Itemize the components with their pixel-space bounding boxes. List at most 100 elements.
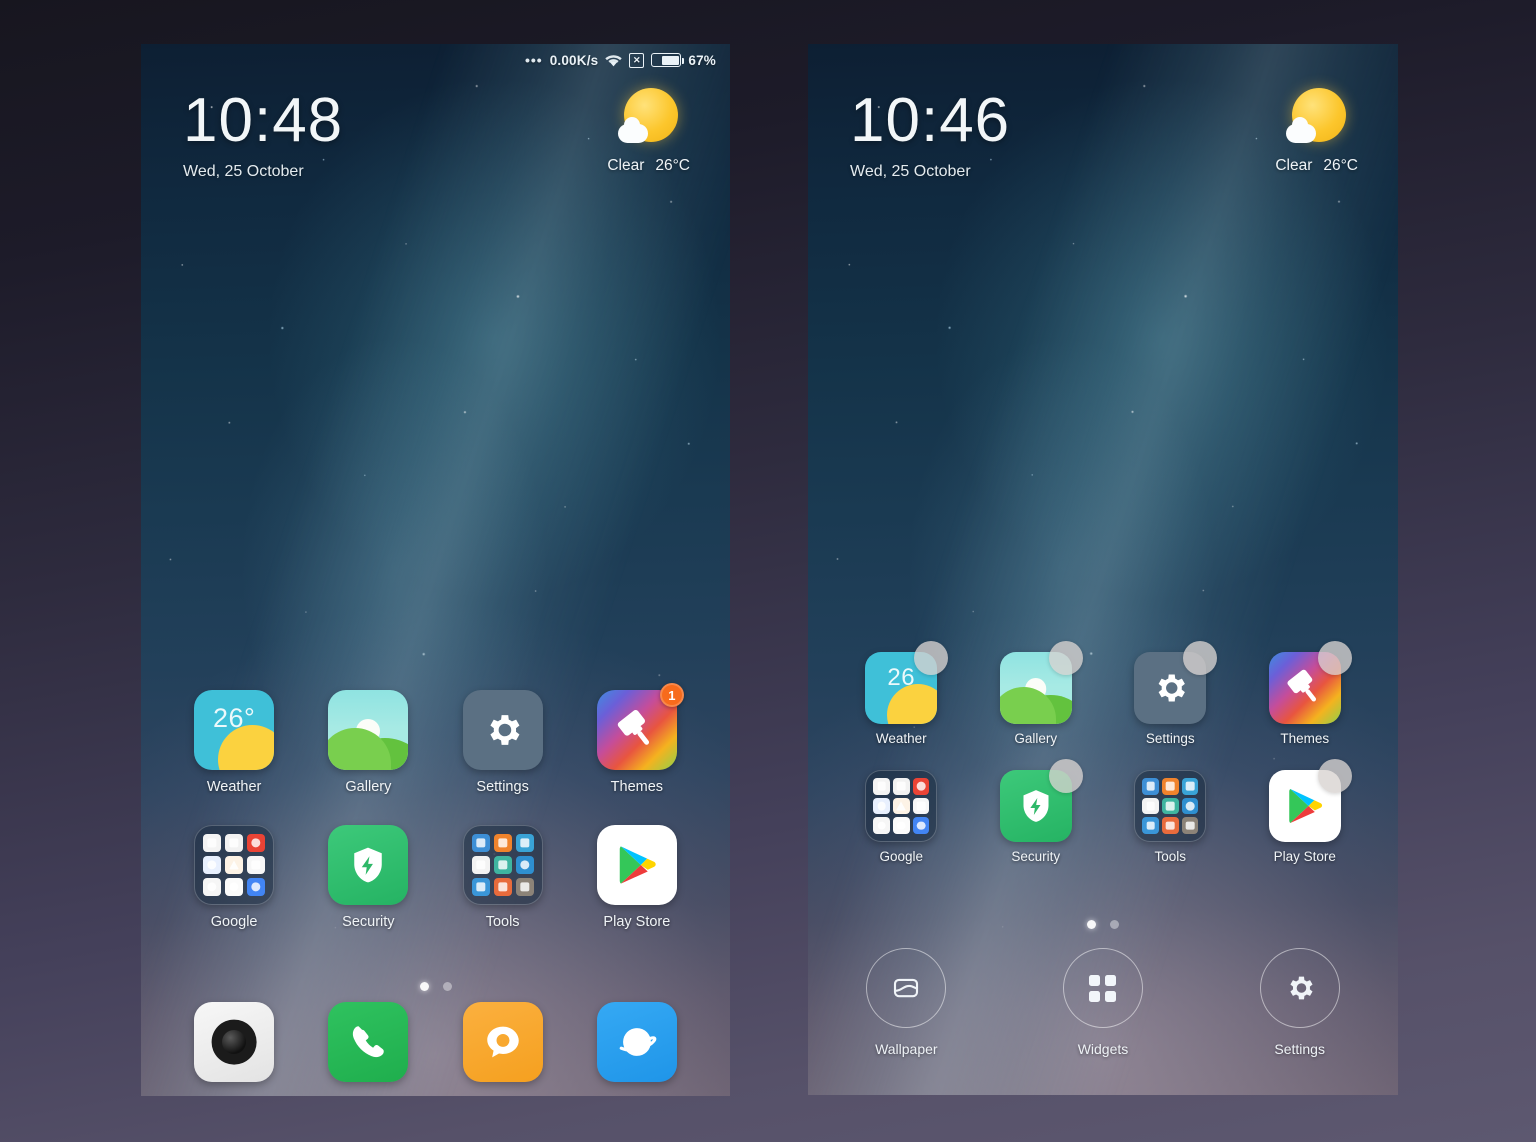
clock-date: Wed, 25 October [183,163,304,180]
page-dot[interactable] [1110,920,1119,929]
app-gallery[interactable]: Gallery [301,690,435,795]
folder-mini-icon [203,878,222,896]
cloud-shape [1285,117,1316,143]
phone-edit-mode-screen: 10:46 Wed, 25 October Clear 26°C 26 Weat… [808,44,1398,1095]
battery-fill [662,55,679,65]
folder-mini-icon [873,778,890,795]
toolbar-item-settings[interactable]: Settings [1259,948,1340,1057]
security-shield-icon [328,825,409,905]
screenshot-canvas: ••• 0.00K/s ✕ 67% 10:48 Wed, 25 October … [0,0,1536,1142]
select-checkbox-badge[interactable] [914,641,949,675]
phone-handset-icon[interactable] [328,1002,409,1082]
app-weather[interactable]: 26 Weather [834,641,969,746]
weather-icon: 26° [194,690,275,770]
app-label: Google [210,914,258,930]
folder-mini-icon [912,797,930,815]
app-gallery[interactable]: Gallery [969,641,1104,746]
select-checkbox-badge[interactable] [1317,759,1352,793]
wallpaper-stars [141,44,730,1096]
app-themes[interactable]: 1 Themes [570,683,704,795]
folder-mini-icon [247,834,266,852]
weather-widget[interactable]: Clear 26°C [607,88,690,175]
camera-icon[interactable] [194,1002,275,1082]
folder-mini-icon [515,856,534,874]
app-label: Weather [875,731,927,746]
page-dot-active[interactable] [419,982,429,991]
app-themes[interactable]: Themes [1238,641,1373,746]
app-google-folder[interactable]: Google [834,770,969,864]
battery-icon [651,53,685,67]
clock-widget[interactable]: 10:46 Wed, 25 October [850,90,1010,181]
folder-mini-icon [1142,817,1159,834]
app-icon-box [1268,641,1352,724]
phone-home-screen: ••• 0.00K/s ✕ 67% 10:48 Wed, 25 October … [141,44,730,1096]
tools-folder-icon [462,825,543,905]
app-icon-box [1268,759,1352,842]
folder-mini-icon [225,878,244,896]
folder-mini-icon [873,817,890,834]
browser-planet-icon[interactable] [596,1002,677,1082]
app-label: Gallery [345,779,392,795]
weather-condition: Clear [607,157,645,174]
weather-condition: Clear [1275,157,1313,174]
battery-percent-text: 67% [688,52,716,68]
clock-time: 10:48 [183,86,344,155]
wallpaper [808,44,1398,1095]
app-icon-box [328,690,409,770]
weather-widget-text: Clear 26°C [607,157,690,175]
app-label: Play Store [603,914,671,930]
select-checkbox-badge[interactable] [1048,759,1083,793]
app-icon-box [462,690,543,770]
gallery-hill-front [328,728,391,770]
app-grid: 26° Weather Gallery Settings 1 Themes Go… [167,683,704,930]
app-label: Settings [476,779,529,795]
app-play-store[interactable]: Play Store [570,825,704,930]
folder-mini-icon [471,878,490,896]
weather-temperature: 26°C [655,157,690,174]
message-bubble-icon[interactable] [462,1002,543,1082]
app-settings[interactable]: Settings [1103,641,1238,746]
gallery-icon [328,690,409,770]
toolbar-label: Settings [1274,1041,1325,1057]
network-speed-text: 0.00K/s [549,52,599,68]
toolbar-item-widgets[interactable]: Widgets [1062,948,1143,1057]
select-checkbox-badge[interactable] [1048,641,1083,675]
sun-behind-cloud-icon [1285,88,1348,150]
app-google-folder[interactable]: Google [167,825,301,930]
select-checkbox-badge[interactable] [1183,641,1218,675]
app-tools-folder[interactable]: Tools [1103,770,1238,864]
toolbar-label: Wallpaper [875,1041,938,1057]
widget-cell [1089,990,1101,1002]
app-settings[interactable]: Settings [436,690,570,795]
folder-mini-icon [1181,797,1199,815]
folder-mini-icon [892,797,910,815]
toolbar-label: Widgets [1077,1041,1129,1057]
app-security[interactable]: Security [969,759,1104,864]
camera-lens-inner [222,1030,247,1054]
folder-mini-icon [1142,778,1159,795]
app-play-store[interactable]: Play Store [1238,759,1373,864]
app-icon-box [1134,770,1207,842]
app-security[interactable]: Security [301,825,435,930]
app-weather[interactable]: 26° Weather [167,690,301,795]
status-overflow-dots: ••• [524,52,543,68]
page-dot-active[interactable] [1087,920,1096,929]
toolbar-item-wallpaper[interactable]: Wallpaper [866,948,947,1057]
folder-mini-icon [493,878,512,896]
app-label: Security [1011,849,1061,864]
page-dot[interactable] [442,982,452,991]
weather-widget[interactable]: Clear 26°C [1275,88,1358,175]
app-label: Weather [206,779,262,795]
weather-icon-temp: 26° [212,702,256,733]
app-icon-box: 26° [194,690,275,770]
select-checkbox-badge[interactable] [1317,641,1352,675]
wallpaper-stars [808,44,1398,1095]
page-indicator[interactable] [141,982,730,991]
page-indicator[interactable] [808,920,1398,929]
folder-mini-icon [873,797,890,815]
app-tools-folder[interactable]: Tools [436,825,570,930]
app-icon-box [999,759,1083,842]
app-label: Themes [610,779,664,795]
app-label: Settings [1145,731,1195,746]
clock-widget[interactable]: 10:48 Wed, 25 October [183,90,343,181]
